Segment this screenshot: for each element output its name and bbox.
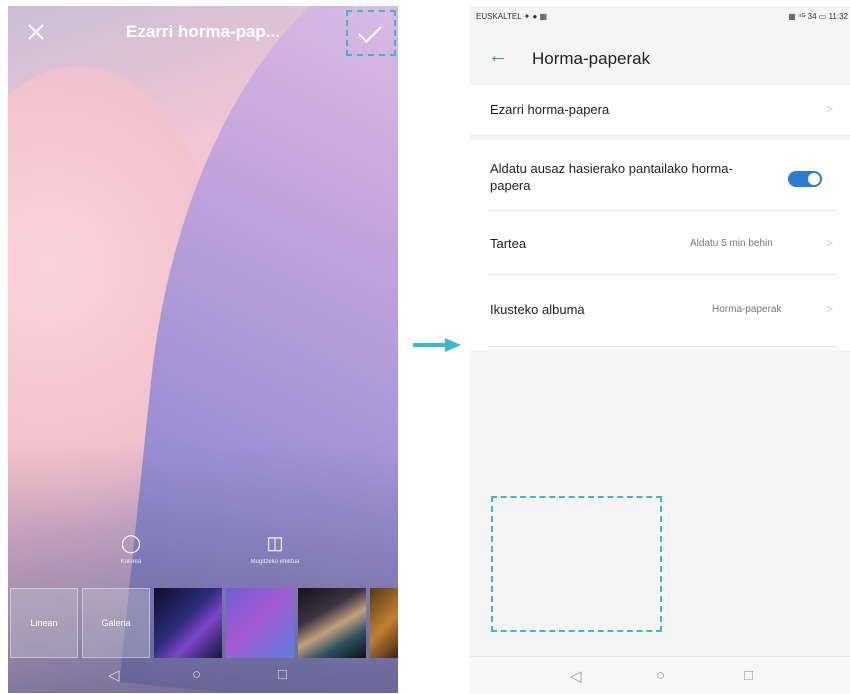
motion-tool-button[interactable]: ◫ Mugitzeko efektua xyxy=(230,533,320,565)
app-bar: ← Horma-paperak xyxy=(470,32,850,80)
item-label: Aldatu ausaz hasierako pantailako horma-… xyxy=(490,161,733,193)
color-tool-button[interactable]: ◯ Kolorea xyxy=(86,533,176,565)
home-nav-icon[interactable]: ○ xyxy=(656,667,665,684)
status-bar: EUSKALTEL ✦ ● ▦ ▦ ⁴ᴳ 34 ▭ 11:32 xyxy=(470,6,850,30)
chevron-right-icon: > xyxy=(826,236,834,250)
interval-value: Aldatu 5 min behin xyxy=(690,238,773,249)
album-value: Horma-paperak xyxy=(712,304,782,315)
status-indicators: ▦ ⁴ᴳ 34 ▭ 11:32 xyxy=(788,12,848,21)
chevron-right-icon: > xyxy=(826,302,834,316)
item-label: Ezarri horma-papera xyxy=(490,102,610,117)
random-wallpaper-toggle[interactable] xyxy=(788,171,822,187)
wallpaper-settings-screen: EUSKALTEL ✦ ● ▦ ▦ ⁴ᴳ 34 ▭ 11:32 ← Horma-… xyxy=(470,6,850,694)
interval-item[interactable]: Tartea xyxy=(490,236,850,251)
set-wallpaper-item[interactable]: Ezarri horma-papera xyxy=(490,102,850,117)
preview-title: Ezarri horma-pap... xyxy=(126,22,280,41)
chevron-right-icon: > xyxy=(826,102,834,116)
thumbnail-online[interactable]: Linean xyxy=(10,588,78,658)
wallpaper-thumbnail[interactable] xyxy=(298,588,366,658)
arrow-icon xyxy=(413,338,461,352)
grid-icon: ◫ xyxy=(266,533,284,553)
color-tool-label: Kolorea xyxy=(120,559,142,565)
page-title: Horma-paperak xyxy=(532,49,651,68)
preview-top-bar: Ezarri horma-pap... xyxy=(8,6,398,58)
edit-tools: ◯ Kolorea ◫ Mugitzeko efektua xyxy=(8,533,398,583)
wallpaper-thumbnail[interactable] xyxy=(226,588,294,658)
wallpaper-thumbnail[interactable] xyxy=(154,588,222,658)
home-nav-icon[interactable]: ○ xyxy=(192,666,201,683)
motion-tool-label: Mugitzeko efektua xyxy=(250,559,300,565)
divider xyxy=(488,210,838,211)
wallpaper-thumbnails: Linean Galeria xyxy=(8,588,398,658)
divider xyxy=(488,274,838,275)
droplet-icon: ◯ xyxy=(120,533,142,553)
navigation-bar: ◁ ○ □ xyxy=(470,656,850,694)
back-arrow-icon[interactable]: ← xyxy=(488,46,508,66)
confirm-button[interactable] xyxy=(346,10,396,56)
divider xyxy=(488,346,838,347)
wallpaper-thumbnail[interactable] xyxy=(370,588,398,658)
carrier-label: EUSKALTEL ✦ ● ▦ xyxy=(476,12,548,21)
back-nav-icon[interactable]: ◁ xyxy=(108,666,120,684)
highlight-box xyxy=(491,496,662,632)
back-nav-icon[interactable]: ◁ xyxy=(570,667,582,685)
thumbnail-gallery[interactable]: Galeria xyxy=(82,588,150,658)
item-label: Ikusteko albuma xyxy=(490,302,585,317)
wallpaper-preview-screen: Ezarri horma-pap... ◯ Kolorea ◫ Mugitzek… xyxy=(8,6,398,693)
album-item[interactable]: Ikusteko albuma xyxy=(490,302,850,317)
item-label: Tartea xyxy=(490,236,527,251)
thumbnail-label: Linean xyxy=(30,618,58,628)
toggle-knob xyxy=(808,173,820,185)
recent-nav-icon[interactable]: □ xyxy=(278,666,287,683)
recent-nav-icon[interactable]: □ xyxy=(744,667,753,684)
checkmark-icon xyxy=(357,18,383,44)
random-wallpaper-item[interactable]: Aldatu ausaz hasierako pantailako horma-… xyxy=(490,160,740,194)
navigation-bar: ◁ ○ □ xyxy=(8,656,398,693)
thumbnail-label: Galeria xyxy=(101,618,131,628)
